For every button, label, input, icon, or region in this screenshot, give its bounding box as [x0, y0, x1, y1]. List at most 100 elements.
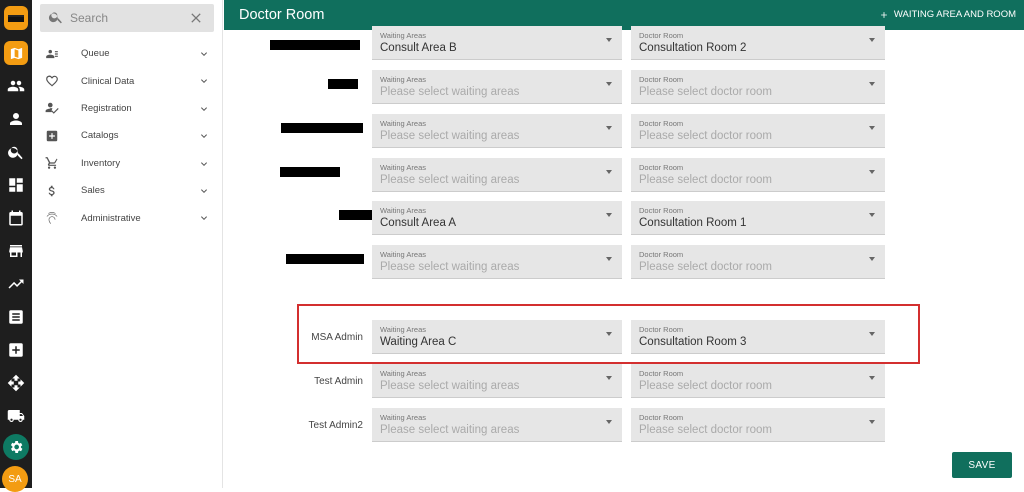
dropdown-arrow-icon: [606, 420, 612, 424]
redacted-user-name: [281, 123, 363, 133]
select-label: Doctor Room: [639, 206, 684, 215]
search-icon[interactable]: [0, 136, 32, 168]
doctor-room-select[interactable]: Doctor Room Please select doctor room: [631, 114, 885, 148]
dropdown-arrow-icon: [606, 257, 612, 261]
cart-icon: [44, 155, 60, 171]
sidebar-item-queue[interactable]: Queue: [32, 40, 222, 67]
waiting-area-select[interactable]: Waiting Areas Please select waiting areas: [372, 114, 622, 148]
doctor-room-select[interactable]: Doctor Room Please select doctor room: [631, 70, 885, 104]
sidebar-item-inventory[interactable]: Inventory: [32, 150, 222, 177]
plus-icon: [880, 11, 887, 18]
select-value: Please select waiting areas: [380, 130, 520, 142]
add-button-label: WAITING AREA AND ROOM: [893, 9, 1016, 20]
select-label: Waiting Areas: [380, 369, 426, 378]
sidebar-item-catalogs[interactable]: Catalogs: [32, 122, 222, 149]
waiting-area-select[interactable]: Waiting Areas Please select waiting areas: [372, 245, 622, 279]
dropdown-arrow-icon: [869, 213, 875, 217]
waiting-area-select[interactable]: Waiting Areas Waiting Area C: [372, 320, 622, 354]
chevron-down-icon: [198, 185, 210, 197]
people-icon[interactable]: [0, 70, 32, 102]
sidebar: Queue Clinical Data Registration Catalog…: [32, 0, 223, 488]
sidebar-item-label: Queue: [81, 48, 110, 60]
map-icon[interactable]: [0, 37, 32, 69]
trending-icon[interactable]: [0, 268, 32, 300]
waiting-area-select[interactable]: Waiting Areas Consult Area A: [372, 201, 622, 235]
heart-icon: [44, 73, 60, 89]
select-value: Please select doctor room: [639, 424, 772, 436]
add-waiting-area-button[interactable]: WAITING AREA AND ROOM: [879, 9, 1016, 20]
page-title: Doctor Room: [239, 7, 325, 23]
store-icon[interactable]: [0, 235, 32, 267]
select-value: Please select waiting areas: [380, 424, 520, 436]
truck-icon[interactable]: [0, 400, 32, 432]
doctor-room-select[interactable]: Doctor Room Consultation Room 3: [631, 320, 885, 354]
table-row: Test Admin2 Waiting Areas Please select wa…: [224, 408, 1024, 442]
doctor-room-select[interactable]: Doctor Room Please select doctor room: [631, 408, 885, 442]
chevron-down-icon: [198, 212, 210, 224]
select-label: Doctor Room: [639, 75, 684, 84]
select-label: Waiting Areas: [380, 119, 426, 128]
document-icon[interactable]: [0, 301, 32, 333]
doctor-room-select[interactable]: Doctor Room Please select doctor room: [631, 364, 885, 398]
select-value: Please select doctor room: [639, 86, 772, 98]
doctor-room-select[interactable]: Doctor Room Please select doctor room: [631, 158, 885, 192]
select-value: Please select waiting areas: [380, 174, 520, 186]
dropdown-arrow-icon: [606, 126, 612, 130]
arrows-move-icon[interactable]: [0, 367, 32, 399]
calendar-icon[interactable]: [0, 202, 32, 234]
register-icon: [44, 100, 60, 116]
save-button[interactable]: SAVE: [952, 452, 1012, 478]
select-value: Waiting Area C: [380, 336, 457, 348]
dropdown-arrow-icon: [869, 126, 875, 130]
select-value: Consultation Room 1: [639, 217, 747, 229]
dropdown-arrow-icon: [869, 376, 875, 380]
select-label: Waiting Areas: [380, 31, 426, 40]
select-label: Doctor Room: [639, 119, 684, 128]
table-row: Waiting Areas Please select waiting areas…: [224, 70, 1024, 104]
fingerprint-icon: [44, 210, 60, 226]
search-input[interactable]: [70, 11, 186, 25]
person-icon[interactable]: [0, 103, 32, 135]
select-value: Consult Area A: [380, 217, 457, 229]
select-label: Waiting Areas: [380, 325, 426, 334]
user-name: Test Admin: [314, 375, 363, 387]
waiting-area-select[interactable]: Waiting Areas Please select waiting areas: [372, 70, 622, 104]
select-value: Please select doctor room: [639, 380, 772, 392]
select-label: Waiting Areas: [380, 413, 426, 422]
dropdown-arrow-icon: [606, 376, 612, 380]
sidebar-item-label: Sales: [81, 185, 105, 197]
doctor-room-select[interactable]: Doctor Room Consultation Room 1: [631, 201, 885, 235]
sidebar-item-label: Administrative: [81, 212, 141, 224]
medical-plus-icon[interactable]: [0, 334, 32, 366]
app-logo[interactable]: [0, 2, 32, 34]
sidebar-menu: Queue Clinical Data Registration Catalog…: [32, 40, 222, 232]
sidebar-item-clinical-data[interactable]: Clinical Data: [32, 67, 222, 94]
chevron-down-icon: [198, 158, 210, 170]
table-row: Waiting Areas Consult Area A Doctor Room Co…: [224, 201, 1024, 235]
doctor-room-select[interactable]: Doctor Room Please select doctor room: [631, 245, 885, 279]
table-row: MSA Admin Waiting Areas Waiting Area C Doct…: [224, 320, 1024, 354]
dashboard-icon[interactable]: [0, 169, 32, 201]
select-value: Consult Area B: [380, 42, 457, 54]
select-value: Consultation Room 3: [639, 336, 747, 348]
sidebar-item-sales[interactable]: Sales: [32, 177, 222, 204]
table-row: Test Admin Waiting Areas Please select wai…: [224, 364, 1024, 398]
select-label: Waiting Areas: [380, 206, 426, 215]
doctor-room-select[interactable]: Doctor Room Consultation Room 2: [631, 26, 885, 60]
search-icon: [48, 9, 66, 27]
avatar[interactable]: SA: [2, 466, 28, 492]
select-value: Please select doctor room: [639, 174, 772, 186]
waiting-area-select[interactable]: Waiting Areas Please select waiting areas: [372, 408, 622, 442]
waiting-area-select[interactable]: Waiting Areas Please select waiting areas: [372, 364, 622, 398]
clear-search-icon[interactable]: [188, 10, 204, 26]
user-name: MSA Admin: [311, 331, 363, 343]
dollar-icon: [44, 183, 60, 199]
sidebar-item-registration[interactable]: Registration: [32, 95, 222, 122]
select-label: Doctor Room: [639, 325, 684, 334]
gear-icon[interactable]: [0, 431, 32, 463]
waiting-area-select[interactable]: Waiting Areas Consult Area B: [372, 26, 622, 60]
dropdown-arrow-icon: [869, 170, 875, 174]
waiting-area-select[interactable]: Waiting Areas Please select waiting areas: [372, 158, 622, 192]
sidebar-item-administrative[interactable]: Administrative: [32, 204, 222, 231]
redacted-user-name: [280, 167, 340, 177]
